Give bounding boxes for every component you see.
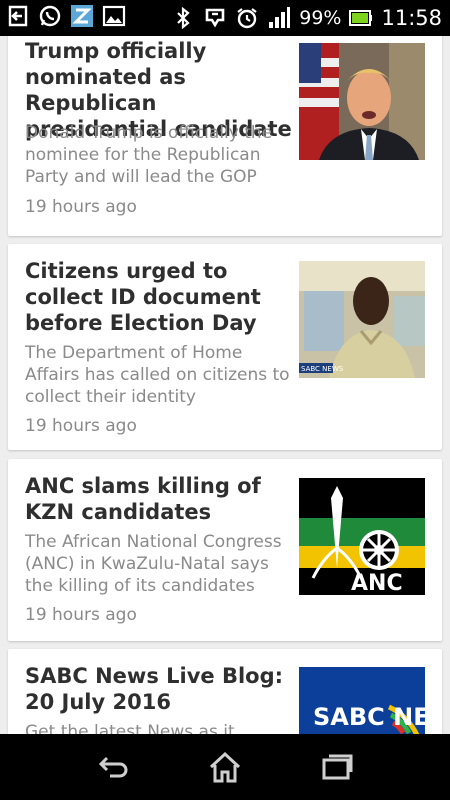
back-arrow-notification-icon — [8, 5, 28, 27]
article-time: 19 hours ago — [25, 416, 137, 436]
article-card[interactable]: ANC slams killing of KZN candidates The … — [8, 459, 442, 641]
system-icons: 99% 11:58 — [171, 0, 442, 36]
thumbnail-caption: SABC NEWS — [313, 703, 425, 731]
article-title: Citizens urged to collect ID document be… — [25, 259, 261, 335]
battery-percent: 99% — [299, 7, 342, 29]
article-summary: Get the latest News as it — [25, 722, 235, 734]
home-affairs-photo: SABC NEWS — [299, 261, 425, 378]
article-summary: The Department of Home Affairs has calle… — [25, 343, 290, 407]
trump-photo — [299, 43, 425, 160]
article-time: 19 hours ago — [25, 197, 137, 217]
z-app-icon — [71, 5, 93, 27]
article-thumbnail: SABC NEWS — [299, 667, 425, 734]
article-time: 19 hours ago — [25, 605, 137, 625]
article-title: ANC slams killing of KZN candidates — [25, 474, 261, 524]
navigation-bar — [0, 734, 450, 800]
notification-icons — [6, 4, 126, 28]
home-icon[interactable] — [207, 750, 243, 784]
article-summary: The African National Congress (ANC) in K… — [25, 532, 282, 596]
thumbnail-caption: SABC NEWS — [301, 365, 344, 373]
article-thumbnail: SABC NEWS — [299, 261, 425, 378]
bluetooth-icon — [177, 6, 190, 30]
article-summary: Donald Trump is officially the nominee f… — [25, 123, 273, 187]
gallery-icon — [102, 5, 126, 27]
thumbnail-caption: ANC — [351, 571, 403, 595]
mirroring-icon — [205, 8, 225, 28]
signal-icon — [269, 7, 291, 28]
back-icon[interactable] — [94, 750, 130, 784]
article-card[interactable]: SABC News Live Blog: 20 July 2016 Get th… — [8, 649, 442, 734]
article-title: SABC News Live Blog: 20 July 2016 — [25, 664, 284, 714]
article-thumbnail: ANC — [299, 478, 425, 595]
article-card[interactable]: Citizens urged to collect ID document be… — [8, 244, 442, 450]
clock: 11:58 — [381, 6, 442, 30]
sabc-news-logo: SABC NEWS — [299, 667, 425, 734]
article-card[interactable]: Trump officially nominated as Republican… — [8, 36, 442, 236]
status-bar: 99% 11:58 — [0, 0, 450, 36]
whatsapp-icon — [39, 5, 61, 27]
news-feed[interactable]: Trump officially nominated as Republican… — [0, 36, 450, 734]
alarm-icon — [237, 8, 257, 29]
anc-logo: ANC — [299, 478, 425, 595]
recent-apps-icon[interactable] — [320, 750, 356, 784]
article-thumbnail — [299, 43, 425, 160]
battery-icon — [349, 10, 373, 26]
